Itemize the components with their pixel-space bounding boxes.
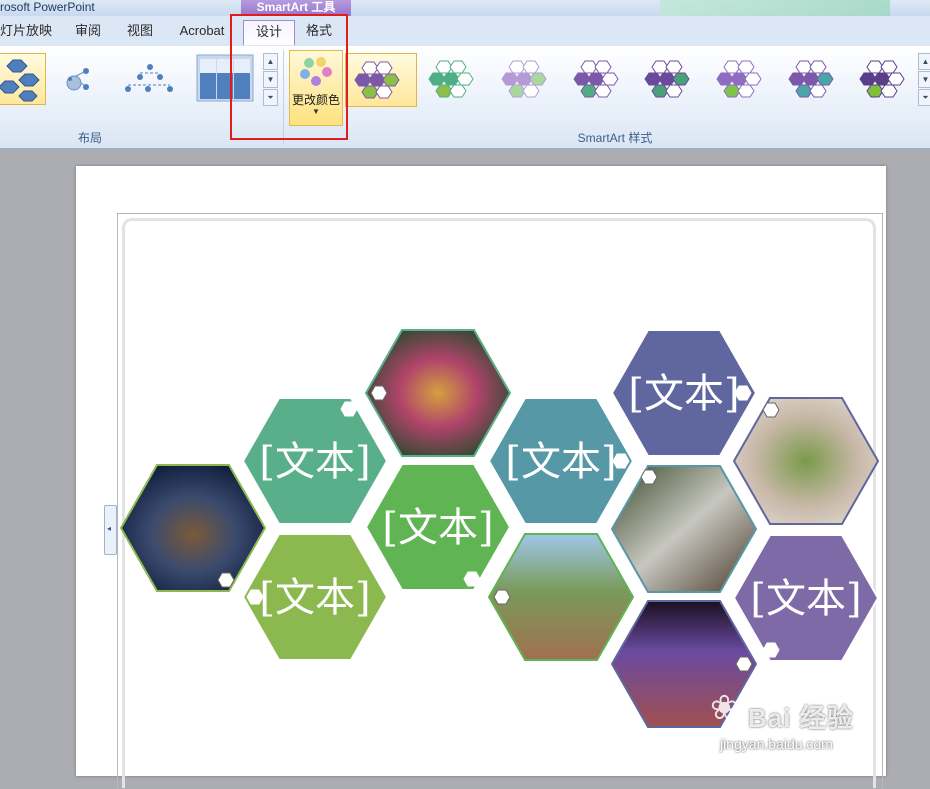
small-hex-accent [217, 572, 235, 588]
photo-hex-parade[interactable] [364, 329, 512, 457]
small-hex-accent [734, 385, 752, 401]
baidu-watermark: ❀ Bai 经验 jingyan.baidu.com [700, 684, 900, 764]
hex-placeholder-text[interactable]: [文本] [259, 575, 370, 621]
small-hex-accent [612, 453, 630, 469]
photo-hex-playground[interactable] [487, 533, 635, 661]
hex-placeholder-text[interactable]: [文本] [505, 439, 616, 485]
small-hex-accent [762, 642, 780, 658]
small-hex-accent [246, 589, 264, 605]
hex-placeholder-text[interactable]: [文本] [259, 439, 370, 485]
hex-placeholder-text[interactable]: [文本] [750, 576, 861, 622]
small-hex-accent [735, 656, 753, 672]
hex-placeholder-text[interactable]: [文本] [382, 505, 493, 551]
photo-hex-hobbit-house[interactable] [119, 464, 267, 592]
small-hex-accent [463, 571, 481, 587]
watermark-url: jingyan.baidu.com [720, 736, 833, 752]
small-hex-accent [340, 401, 358, 417]
small-hex-accent [640, 469, 658, 485]
smartart-hex-diagram: [文本] [文本] [文本] [文本] [文本] [文本] [119, 329, 880, 728]
text-hex-6[interactable]: [文本] [732, 534, 880, 662]
text-hex-1[interactable]: [文本] [241, 397, 389, 525]
watermark-brand: Bai 经验 [748, 703, 854, 733]
hex-placeholder-text[interactable]: [文本] [628, 371, 739, 417]
small-hex-accent [762, 402, 780, 418]
text-hex-5[interactable]: [文本] [610, 329, 758, 457]
small-hex-accent [370, 385, 388, 401]
photo-hex-path[interactable] [610, 465, 758, 593]
small-hex-accent [493, 589, 511, 605]
photo-hex-tree-house[interactable] [732, 397, 880, 525]
text-hex-3[interactable]: [文本] [364, 463, 512, 591]
text-hex-4[interactable]: [文本] [487, 397, 635, 525]
bear-paw-icon: ❀ [710, 689, 739, 727]
text-hex-2[interactable]: [文本] [241, 533, 389, 661]
